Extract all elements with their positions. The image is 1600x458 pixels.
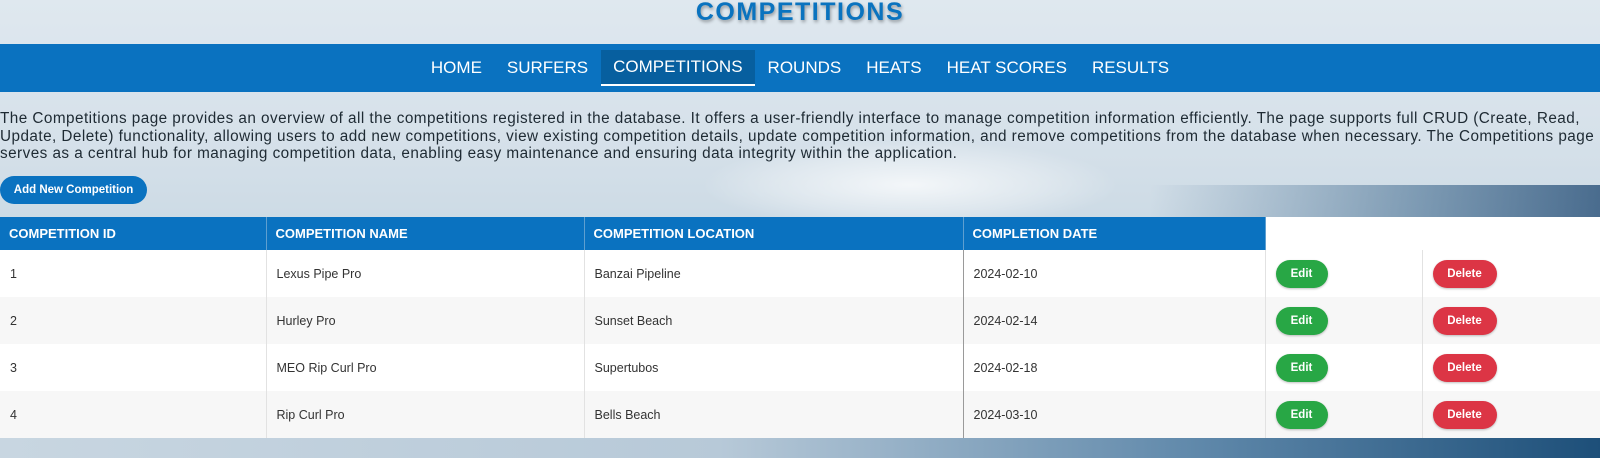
edit-button[interactable]: Edit <box>1275 400 1328 429</box>
edit-button[interactable]: Edit <box>1275 259 1328 288</box>
edit-cell: Edit <box>1265 297 1423 344</box>
main-navbar: HOME SURFERS COMPETITIONS ROUNDS HEATS H… <box>0 44 1600 92</box>
edit-button[interactable]: Edit <box>1275 353 1328 382</box>
nav-item-rounds[interactable]: ROUNDS <box>755 44 854 92</box>
cell-competition-name: Rip Curl Pro <box>266 391 585 438</box>
delete-button[interactable]: Delete <box>1432 306 1497 335</box>
nav-item-results[interactable]: RESULTS <box>1079 44 1181 92</box>
table-row: 1 Lexus Pipe Pro Banzai Pipeline 2024-02… <box>0 250 1600 297</box>
table-row: 4 Rip Curl Pro Bells Beach 2024-03-10 Ed… <box>0 391 1600 438</box>
delete-button[interactable]: Delete <box>1432 353 1497 382</box>
edit-cell: Edit <box>1265 391 1423 438</box>
delete-button[interactable]: Delete <box>1432 400 1497 429</box>
delete-cell: Delete <box>1422 297 1600 344</box>
table-row: 3 MEO Rip Curl Pro Supertubos 2024-02-18… <box>0 344 1600 391</box>
cell-competition-location: Supertubos <box>584 344 964 391</box>
cell-competition-id: 2 <box>0 297 267 344</box>
header-competition-id: COMPETITION ID <box>0 217 267 250</box>
cell-completion-date: 2024-02-10 <box>963 250 1266 297</box>
cell-competition-name: Hurley Pro <box>266 297 585 344</box>
delete-cell: Delete <box>1422 344 1600 391</box>
cell-competition-id: 3 <box>0 344 267 391</box>
competitions-table: COMPETITION ID COMPETITION NAME COMPETIT… <box>0 217 1600 438</box>
edit-cell: Edit <box>1265 250 1423 297</box>
edit-button[interactable]: Edit <box>1275 306 1328 335</box>
header-competition-location: COMPETITION LOCATION <box>584 217 964 250</box>
table-header-row: COMPETITION ID COMPETITION NAME COMPETIT… <box>0 217 1600 250</box>
cell-completion-date: 2024-02-14 <box>963 297 1266 344</box>
nav-item-heat-scores[interactable]: HEAT SCORES <box>934 44 1079 92</box>
add-competition-button[interactable]: Add New Competition <box>0 176 147 204</box>
cell-completion-date: 2024-02-18 <box>963 344 1266 391</box>
header-actions <box>1265 217 1600 250</box>
nav-item-surfers[interactable]: SURFERS <box>494 44 600 92</box>
delete-cell: Delete <box>1422 391 1600 438</box>
table-row: 2 Hurley Pro Sunset Beach 2024-02-14 Edi… <box>0 297 1600 344</box>
cell-competition-id: 1 <box>0 250 267 297</box>
cell-completion-date: 2024-03-10 <box>963 391 1266 438</box>
page-title: COMPETITIONS <box>695 0 905 26</box>
delete-cell: Delete <box>1422 250 1600 297</box>
cell-competition-location: Sunset Beach <box>584 297 964 344</box>
edit-cell: Edit <box>1265 344 1423 391</box>
nav-item-heats[interactable]: HEATS <box>854 44 934 92</box>
nav-item-competitions[interactable]: COMPETITIONS <box>600 50 756 86</box>
cell-competition-id: 4 <box>0 391 267 438</box>
header-competition-name: COMPETITION NAME <box>266 217 585 250</box>
cell-competition-location: Bells Beach <box>584 391 964 438</box>
cell-competition-name: MEO Rip Curl Pro <box>266 344 585 391</box>
page-description: The Competitions page provides an overvi… <box>0 110 1595 162</box>
delete-button[interactable]: Delete <box>1432 259 1497 288</box>
cell-competition-location: Banzai Pipeline <box>584 250 964 297</box>
cell-competition-name: Lexus Pipe Pro <box>266 250 585 297</box>
header-completion-date: COMPLETION DATE <box>963 217 1266 250</box>
nav-item-home[interactable]: HOME <box>418 44 494 92</box>
